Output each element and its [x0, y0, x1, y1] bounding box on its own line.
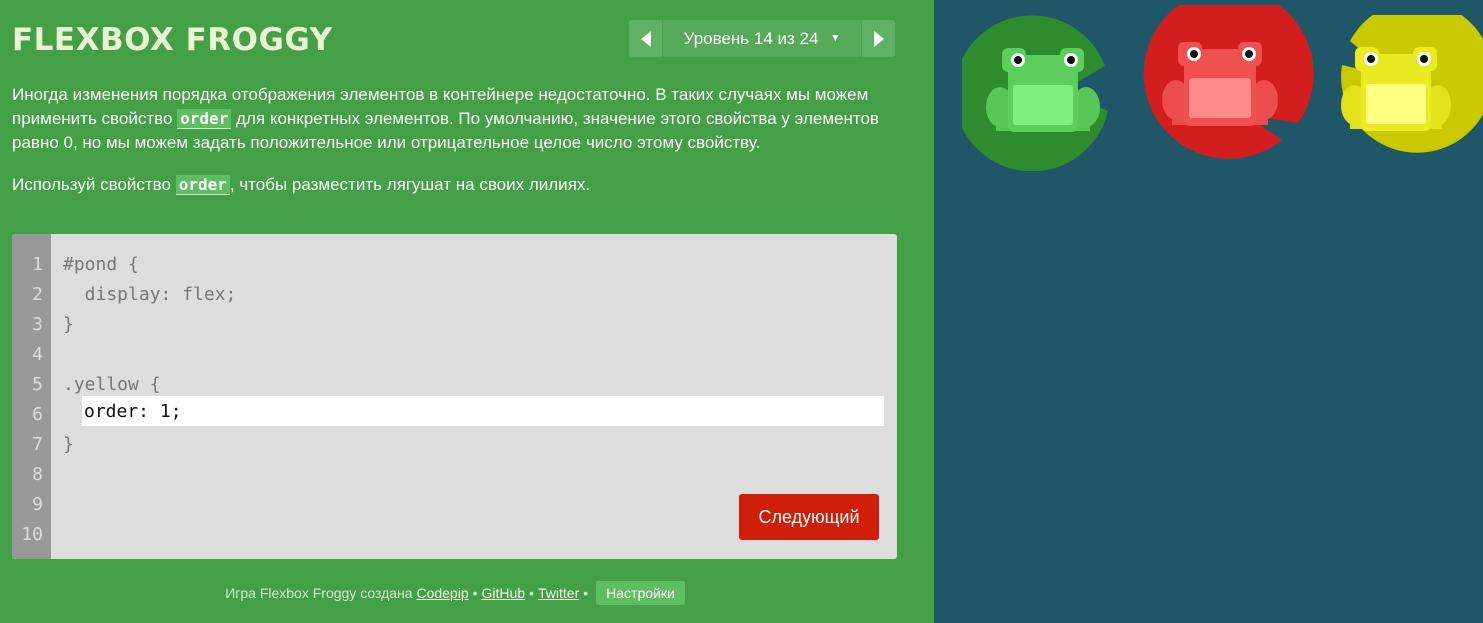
css-editor: 1 2 3 4 5 6 7 8 9 10 #pond { display: fl… — [12, 234, 897, 559]
instructions-text: , чтобы разместить лягушат на своих лили… — [229, 175, 591, 194]
green-lilypad — [962, 15, 1108, 171]
footer-separator: • — [472, 585, 478, 601]
level-indicator-label: Уровень 14 из 24 — [683, 28, 819, 48]
line-number: 3 — [32, 314, 43, 335]
instructions-paragraph-2: Используй свойство order, чтобы размести… — [12, 173, 892, 197]
instructions-paragraph-1: Иногда изменения порядка отображения эле… — [12, 83, 892, 155]
yellow-lilypad — [1341, 15, 1483, 153]
chevron-left-icon — [640, 30, 651, 47]
line-number: 4 — [32, 344, 43, 365]
next-button[interactable]: Следующий — [739, 494, 879, 540]
line-number: 9 — [32, 494, 43, 515]
sidebar: FLEXBOX FROGGY Уровень 14 из 24 ▼ Иногда… — [0, 0, 934, 623]
line-number: 5 — [32, 374, 43, 395]
code-lines: #pond { display: flex; } .yellow { } — [63, 250, 885, 460]
pond-view — [934, 0, 1483, 623]
github-link[interactable]: GitHub — [482, 585, 526, 601]
line-number: 1 — [32, 254, 43, 275]
line-number: 10 — [21, 524, 43, 545]
next-level-button[interactable] — [862, 20, 895, 57]
footer-credit-text: Игра Flexbox Froggy создана — [225, 585, 417, 601]
css-code-input[interactable] — [82, 396, 884, 426]
footer-separator: • — [529, 585, 534, 601]
app-logo: FLEXBOX FROGGY — [12, 22, 333, 58]
footer-separator: • — [583, 585, 589, 601]
line-number: 8 — [32, 464, 43, 485]
footer: Игра Flexbox Froggy создана Codepip • GitH… — [0, 581, 910, 605]
order-code-tag: order — [177, 109, 232, 129]
chevron-right-icon — [873, 30, 884, 47]
level-indicator-dropdown[interactable]: Уровень 14 из 24 ▼ — [662, 20, 862, 57]
level-navigation: Уровень 14 из 24 ▼ — [629, 20, 895, 57]
yellow-frog — [1341, 47, 1451, 131]
caret-down-icon: ▼ — [830, 33, 841, 44]
code-line: display: flex; — [63, 284, 237, 305]
line-number: 6 — [32, 404, 43, 425]
codepip-link[interactable]: Codepip — [416, 585, 468, 601]
twitter-link[interactable]: Twitter — [538, 585, 579, 601]
line-numbers: 1 2 3 4 5 6 7 8 9 10 — [12, 234, 51, 559]
code-line: #pond { — [63, 254, 139, 275]
order-code-tag: order — [175, 175, 230, 195]
red-lilypad — [1143, 5, 1314, 159]
settings-button[interactable]: Настройки — [596, 581, 685, 605]
instructions-text: Используй свойство — [12, 175, 176, 194]
instructions: Иногда изменения порядка отображения эле… — [12, 83, 892, 215]
green-frog — [986, 48, 1100, 132]
code-line: } — [63, 434, 74, 455]
line-number: 7 — [32, 434, 43, 455]
line-number: 2 — [32, 284, 43, 305]
prev-level-button[interactable] — [629, 20, 662, 57]
red-frog — [1162, 42, 1278, 126]
code-line: } — [63, 314, 74, 335]
